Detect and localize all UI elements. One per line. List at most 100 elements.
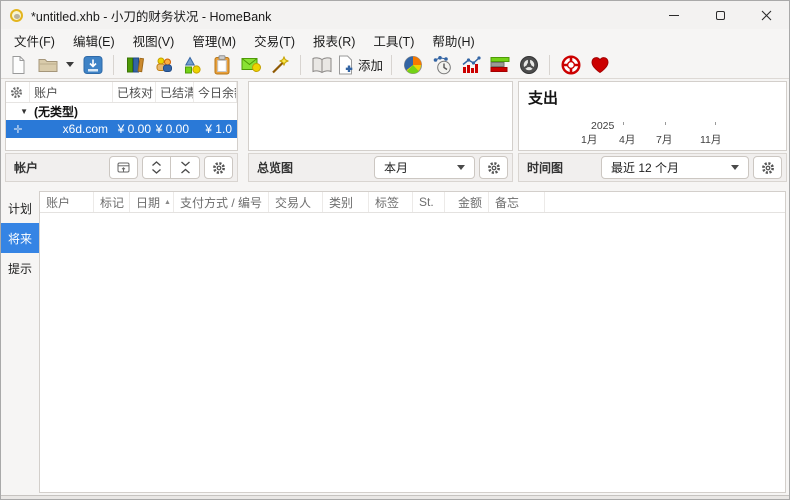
- help-support-button[interactable]: [556, 52, 585, 78]
- help-support-icon: [561, 55, 581, 75]
- accounts-settings-button[interactable]: [204, 156, 233, 179]
- report-statistics-icon: [403, 55, 423, 75]
- menu-tools[interactable]: 工具(T): [364, 29, 423, 52]
- menu-transactions[interactable]: 交易(T): [245, 29, 304, 52]
- time-range-value: 最近 12 个月: [611, 159, 679, 176]
- homebank-app-icon: [10, 9, 23, 22]
- open-recent-dropdown-icon: [66, 62, 74, 67]
- show-ledger-button[interactable]: [307, 52, 336, 78]
- accounts-settings-column[interactable]: [6, 82, 30, 102]
- col-payment[interactable]: 支付方式 / 编号: [174, 192, 269, 212]
- time-footer-label: 时间图: [523, 159, 563, 176]
- collapse-all-button[interactable]: [171, 156, 200, 179]
- manage-categories-button[interactable]: [178, 52, 207, 78]
- open-recent-dropdown-button[interactable]: [62, 52, 78, 78]
- accounts-col-cleared[interactable]: 已结清: [156, 82, 194, 102]
- account-today-value: ¥ 1.0: [194, 122, 237, 136]
- add-transaction-label: 添加: [358, 55, 383, 74]
- add-transaction-button[interactable]: 添加: [336, 52, 385, 78]
- axis-month-nov: 11月: [700, 132, 721, 147]
- manage-templates-icon: [241, 56, 261, 73]
- gear-icon: [212, 161, 226, 175]
- manage-assignments-icon: [270, 55, 290, 75]
- chevron-down-icon: [731, 165, 739, 170]
- sidebar-tab-remind[interactable]: 提示: [1, 253, 39, 283]
- accounts-col-reconciled[interactable]: 已核对: [113, 82, 156, 102]
- report-budget-icon: [461, 56, 481, 74]
- report-vehicle-cost-icon: [519, 55, 539, 75]
- account-group-row[interactable]: ▼ (无类型): [6, 103, 237, 120]
- overview-settings-button[interactable]: [479, 156, 508, 179]
- account-cleared-value: ¥ 0.00: [156, 122, 194, 136]
- account-type-icon: ✛: [6, 123, 30, 136]
- manage-payees-icon: [154, 56, 174, 74]
- manage-assignments-button[interactable]: [265, 52, 294, 78]
- expand-all-button[interactable]: [142, 156, 171, 179]
- time-chart-panel: 支出 2025 1月 4月 7月 11月: [518, 81, 787, 151]
- close-button[interactable]: [743, 1, 789, 29]
- col-memo[interactable]: 备忘: [489, 192, 545, 212]
- accounts-footer-label: 帐户: [10, 159, 38, 176]
- menu-manage[interactable]: 管理(M): [183, 29, 245, 52]
- minimize-icon: [669, 15, 679, 16]
- accounts-footer: 帐户: [5, 153, 238, 182]
- titlebar: *untitled.xhb - 小刀的财务状况 - HomeBank: [1, 1, 789, 29]
- menu-reports[interactable]: 报表(R): [304, 29, 364, 52]
- group-expander-icon[interactable]: ▼: [6, 107, 30, 116]
- menu-help[interactable]: 帮助(H): [423, 29, 483, 52]
- show-ledger-icon: [311, 56, 333, 74]
- col-payee[interactable]: 交易人: [269, 192, 323, 212]
- toolbar-separator: [391, 55, 392, 75]
- col-amount[interactable]: 金额: [445, 192, 489, 212]
- accounts-col-today[interactable]: 今日余额: [194, 82, 237, 102]
- homebank-window: *untitled.xhb - 小刀的财务状况 - HomeBank 文件(F)…: [0, 0, 790, 500]
- open-file-button[interactable]: [33, 52, 62, 78]
- save-file-button[interactable]: [78, 52, 107, 78]
- manage-accounts-button[interactable]: [120, 52, 149, 78]
- report-statistics-button[interactable]: [398, 52, 427, 78]
- col-tags[interactable]: 标签: [369, 192, 413, 212]
- report-balance-button[interactable]: [485, 52, 514, 78]
- expense-chart-title: 支出: [528, 87, 558, 108]
- minimize-button[interactable]: [651, 1, 697, 29]
- axis-tick: [715, 122, 716, 125]
- col-date[interactable]: 日期 ▲: [130, 192, 174, 212]
- window-toggle-icon: [117, 161, 130, 174]
- toolbar-separator: [300, 55, 301, 75]
- menu-view[interactable]: 视图(V): [124, 29, 184, 52]
- account-group-label: (无类型): [30, 103, 113, 120]
- menu-file[interactable]: 文件(F): [5, 29, 64, 52]
- report-vehicle-cost-button[interactable]: [514, 52, 543, 78]
- menu-edit[interactable]: 编辑(E): [64, 29, 124, 52]
- col-category[interactable]: 类别: [323, 192, 369, 212]
- maximize-button[interactable]: [697, 1, 743, 29]
- report-trendtime-button[interactable]: [427, 52, 456, 78]
- account-row-selected[interactable]: ✛ x6d.com ¥ 0.00 ¥ 0.00 ¥ 1.0: [6, 120, 237, 138]
- col-status[interactable]: St.: [413, 192, 445, 212]
- manage-payees-button[interactable]: [149, 52, 178, 78]
- donate-icon: [590, 56, 610, 74]
- sidebar-tab-future[interactable]: 将来: [1, 223, 39, 253]
- col-account[interactable]: 账户: [40, 192, 94, 212]
- expand-collapse-group: [142, 156, 200, 179]
- time-settings-button[interactable]: [753, 156, 782, 179]
- collapse-all-icon: [180, 161, 191, 174]
- new-file-button[interactable]: [4, 52, 33, 78]
- col-flag[interactable]: 标记: [94, 192, 130, 212]
- transactions-empty-body[interactable]: [40, 213, 785, 493]
- overview-chart-panel: [248, 81, 513, 151]
- overview-footer-label: 总览图: [253, 159, 293, 176]
- show-all-accounts-button[interactable]: [109, 156, 138, 179]
- axis-year-label: 2025: [591, 120, 614, 132]
- report-trendtime-icon: [432, 55, 452, 75]
- donate-button[interactable]: [585, 52, 614, 78]
- manage-budget-button[interactable]: [207, 52, 236, 78]
- accounts-col-account[interactable]: 账户: [30, 82, 113, 102]
- maximize-icon: [716, 11, 725, 20]
- report-budget-button[interactable]: [456, 52, 485, 78]
- chevron-down-icon: [457, 165, 465, 170]
- time-range-dropdown[interactable]: 最近 12 个月: [601, 156, 749, 179]
- overview-range-dropdown[interactable]: 本月: [374, 156, 475, 179]
- sidebar-tab-scheduled[interactable]: 计划: [1, 193, 39, 223]
- manage-templates-button[interactable]: [236, 52, 265, 78]
